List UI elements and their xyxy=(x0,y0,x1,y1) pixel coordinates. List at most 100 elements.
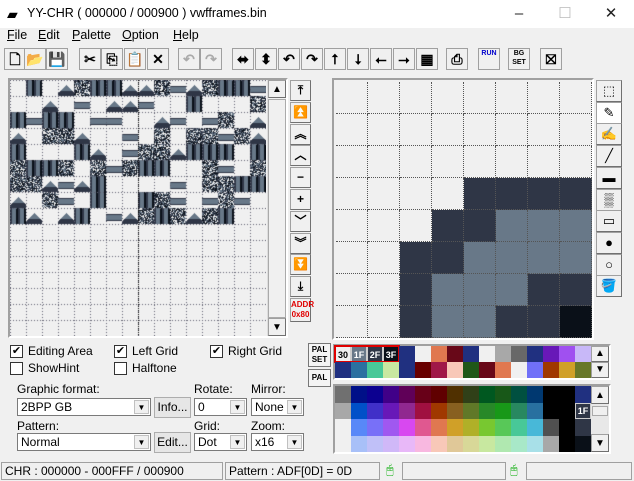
master-palette-color[interactable] xyxy=(447,435,463,452)
master-palette-color[interactable] xyxy=(351,419,367,436)
palette-color[interactable] xyxy=(463,362,479,378)
new-button[interactable]: 🗋 xyxy=(4,48,26,70)
master-palette-color[interactable] xyxy=(479,402,495,419)
pixel-cell[interactable] xyxy=(336,114,368,146)
pixel-cell[interactable] xyxy=(368,178,400,210)
master-palette-color[interactable] xyxy=(351,435,367,452)
pixel-cell[interactable] xyxy=(464,242,496,274)
scroll-down-button[interactable]: ﹀ xyxy=(290,210,311,232)
palette-color[interactable] xyxy=(511,346,527,362)
pixel-cell[interactable] xyxy=(432,82,464,114)
checkbox-box[interactable] xyxy=(114,361,127,375)
pixel-cell[interactable] xyxy=(368,146,400,178)
master-palette-color[interactable] xyxy=(559,419,575,436)
circle-tool-button[interactable]: ○ xyxy=(596,253,622,276)
pixel-cell[interactable] xyxy=(336,178,368,210)
pixel-cell[interactable] xyxy=(336,146,368,178)
master-palette-color[interactable] xyxy=(511,402,527,419)
line-tool-button[interactable]: ╱ xyxy=(596,145,622,168)
rotate-left-button[interactable]: ↶ xyxy=(278,48,300,70)
palette-down-arrow-icon[interactable]: ▼ xyxy=(591,362,609,378)
scroll-bottom-button[interactable]: ⤓ xyxy=(290,276,311,298)
palette-color[interactable] xyxy=(495,362,511,378)
master-palette-color[interactable] xyxy=(463,435,479,452)
shift-right-button[interactable]: ⭢ xyxy=(393,48,415,70)
pixel-cell[interactable] xyxy=(400,274,432,306)
mirror-select[interactable]: None ▼ xyxy=(251,398,304,416)
edit-area[interactable] xyxy=(332,78,594,340)
pixel-cell[interactable] xyxy=(560,210,592,242)
pixel-cell[interactable] xyxy=(400,114,432,146)
edit-pattern-button[interactable]: Edit... xyxy=(154,432,191,453)
scroll-page-up-fast-button[interactable]: ⏫ xyxy=(290,101,311,123)
master-palette-color[interactable] xyxy=(415,386,431,403)
graphic-format-select[interactable]: 2BPP GB ▼ xyxy=(17,398,151,416)
master-palette-color[interactable] xyxy=(575,419,591,436)
master-palette-color[interactable] xyxy=(431,402,447,419)
pixel-cell[interactable] xyxy=(336,242,368,274)
menu-file[interactable]: File xyxy=(7,28,27,42)
master-palette-color[interactable] xyxy=(431,435,447,452)
palette-color[interactable] xyxy=(575,362,591,378)
pixel-cell[interactable] xyxy=(528,306,560,338)
palette-color[interactable] xyxy=(351,362,367,378)
pixel-cell[interactable] xyxy=(432,146,464,178)
minimize-button[interactable]: – xyxy=(496,0,542,28)
master-palette-color[interactable] xyxy=(479,419,495,436)
pixel-cell[interactable] xyxy=(336,306,368,338)
pixel-cell[interactable] xyxy=(368,274,400,306)
master-palette-color[interactable] xyxy=(511,435,527,452)
pixel-cell[interactable] xyxy=(464,274,496,306)
pixel-cell[interactable] xyxy=(560,274,592,306)
flip-vertical-button[interactable]: ⬍ xyxy=(255,48,277,70)
master-palette-color[interactable] xyxy=(383,435,399,452)
pixel-cell[interactable] xyxy=(432,178,464,210)
master-palette-color[interactable] xyxy=(335,435,351,452)
show-hint-checkbox[interactable]: ShowHint xyxy=(10,361,79,375)
palette-color[interactable] xyxy=(431,362,447,378)
master-palette-color[interactable] xyxy=(399,419,415,436)
tile-scrollbar[interactable]: ▲ ▼ xyxy=(267,80,286,336)
palette-color[interactable] xyxy=(415,362,431,378)
scroll-plus-button[interactable]: + xyxy=(290,189,311,210)
palette-strip[interactable]: 30 1F 2F 3F ▲ ▼ xyxy=(333,344,611,380)
master-palette-color[interactable] xyxy=(543,435,559,452)
master-palette-color[interactable] xyxy=(495,435,511,452)
master-palette-color[interactable] xyxy=(431,419,447,436)
halftone-checkbox[interactable]: Halftone xyxy=(114,361,177,375)
master-palette-color[interactable] xyxy=(447,419,463,436)
master-palette-color[interactable] xyxy=(543,402,559,419)
exit-button[interactable]: ⛝ xyxy=(540,48,562,70)
palette-color[interactable] xyxy=(559,346,575,362)
palette-color[interactable] xyxy=(335,362,351,378)
palette-color[interactable] xyxy=(399,362,415,378)
brush-tool-button[interactable]: ✍ xyxy=(596,123,622,146)
pixel-cell[interactable] xyxy=(560,178,592,210)
master-palette-color[interactable] xyxy=(415,419,431,436)
pixel-cell[interactable] xyxy=(560,306,592,338)
pal-button[interactable]: PAL xyxy=(308,369,331,387)
palette-color[interactable] xyxy=(479,362,495,378)
pixel-cell[interactable] xyxy=(432,242,464,274)
pixel-cell[interactable] xyxy=(464,306,496,338)
filled-rect-tool-button[interactable]: ▬ xyxy=(596,166,622,189)
rotate-select[interactable]: 0 ▼ xyxy=(194,398,247,416)
shift-down-button[interactable]: ⭣ xyxy=(347,48,369,70)
master-scrollbar-thumb[interactable] xyxy=(592,406,608,416)
delete-button[interactable]: ✕ xyxy=(147,48,169,70)
pixel-cell[interactable] xyxy=(368,210,400,242)
scroll-page-down-fast-button[interactable]: ⏬ xyxy=(290,254,311,276)
scroll-up-button[interactable]: ︿ xyxy=(290,145,311,167)
pixel-cell[interactable] xyxy=(496,114,528,146)
master-palette-color[interactable] xyxy=(575,386,591,403)
pixel-cell[interactable] xyxy=(400,146,432,178)
pixel-cell[interactable] xyxy=(464,114,496,146)
select-tool-button[interactable]: ⬚ xyxy=(596,80,622,102)
shift-up-button[interactable]: ⭡ xyxy=(324,48,346,70)
master-palette-color[interactable] xyxy=(367,386,383,403)
master-palette-color[interactable] xyxy=(463,402,479,419)
addr-button[interactable]: ADDR 0x80 xyxy=(290,298,314,322)
menu-palette[interactable]: Palette xyxy=(72,28,111,42)
rect-tool-button[interactable]: ▭ xyxy=(596,210,622,233)
master-palette-color[interactable] xyxy=(383,419,399,436)
